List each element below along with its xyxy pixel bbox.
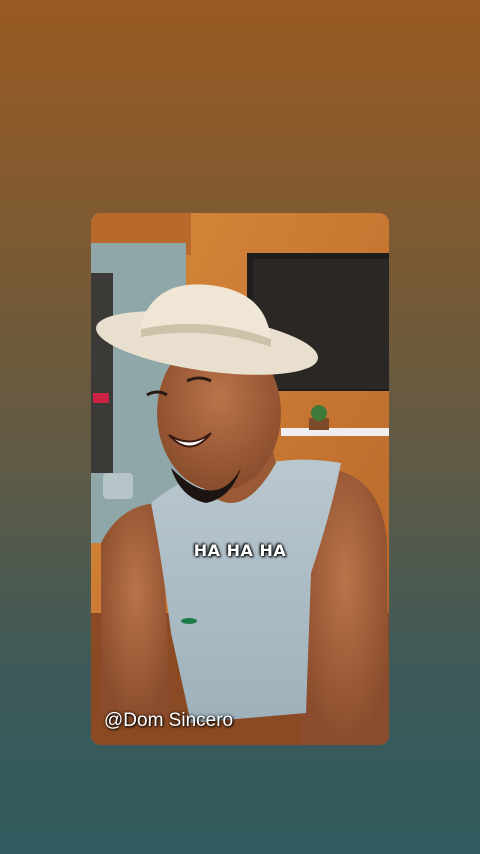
video-frame-illustration [91,213,389,745]
video-caption: HA HA HA [193,541,287,560]
creator-handle[interactable]: @Dom Sincero [104,710,233,732]
video-card[interactable]: HA HA HA @Dom Sincero [91,213,389,745]
